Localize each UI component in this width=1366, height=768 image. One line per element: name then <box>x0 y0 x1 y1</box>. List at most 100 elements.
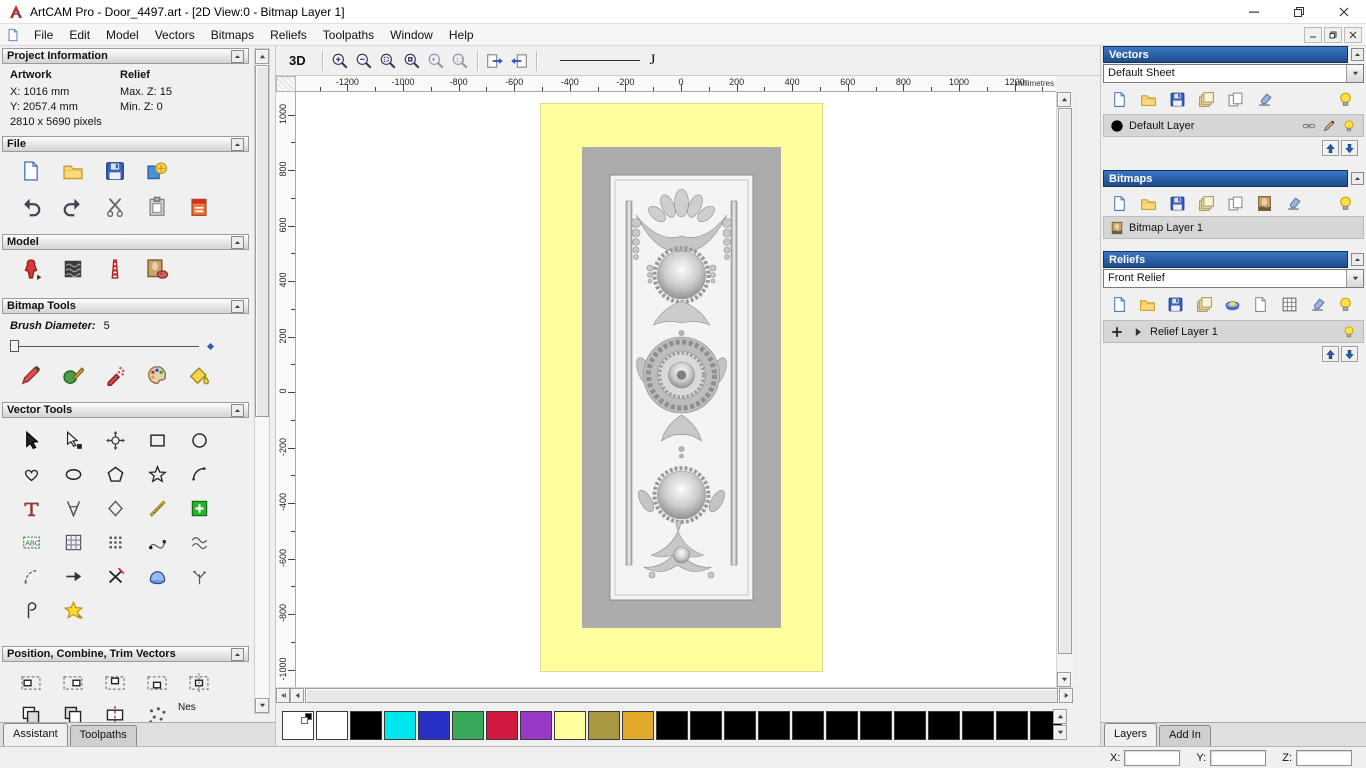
palette-swatch[interactable] <box>826 710 858 740</box>
merge-layers-icon[interactable] <box>1192 191 1221 215</box>
fit-arcs-icon[interactable] <box>10 560 52 592</box>
export-model-icon[interactable] <box>136 156 178 186</box>
palette-swatch[interactable] <box>384 710 416 740</box>
tab-assistant[interactable]: Assistant <box>3 723 68 746</box>
zoom-object-icon[interactable] <box>400 49 424 73</box>
reliefs-header[interactable]: Reliefs <box>1103 251 1348 268</box>
scroll-right-button[interactable] <box>1059 688 1073 703</box>
relief-selector[interactable]: Front Relief <box>1103 269 1364 288</box>
scroll-left-button[interactable] <box>290 688 304 703</box>
zoom-window-icon[interactable] <box>376 49 400 73</box>
collapse-icon[interactable] <box>231 299 244 313</box>
file-header[interactable]: File <box>2 136 249 152</box>
spray-icon[interactable] <box>94 360 136 390</box>
menubar-item-edit[interactable]: Edit <box>61 24 98 46</box>
palette-swatch[interactable] <box>588 710 620 740</box>
scroll-down-button[interactable] <box>1057 672 1071 687</box>
palette-swatch[interactable] <box>860 710 892 740</box>
position-header[interactable]: Position, Combine, Trim Vectors <box>2 646 249 662</box>
all-visibility-icon[interactable] <box>1332 292 1360 316</box>
extrude-icon[interactable] <box>136 560 178 592</box>
zoom-ratio-icon[interactable]: 1:1 <box>448 49 472 73</box>
visibility-icon[interactable] <box>1339 323 1359 341</box>
palette-swatch[interactable] <box>554 710 586 740</box>
tab-toolpaths[interactable]: Toolpaths <box>69 725 137 746</box>
nesting-branch-icon[interactable] <box>178 560 220 592</box>
trim-vectors-icon[interactable] <box>94 560 136 592</box>
create-rectangle-icon[interactable] <box>136 424 178 456</box>
node-curve-icon[interactable] <box>136 526 178 558</box>
move-layer-down-button[interactable] <box>1341 346 1358 362</box>
delete-layer-icon[interactable] <box>1303 292 1331 316</box>
move-layer-up-button[interactable] <box>1322 346 1339 362</box>
wizard-icon[interactable] <box>52 594 94 626</box>
add-layer-icon[interactable] <box>1108 323 1126 341</box>
create-circle-icon[interactable] <box>178 424 220 456</box>
bitmap-layer-row[interactable]: Bitmap Layer 1 <box>1103 216 1364 239</box>
sheet-icon[interactable] <box>1247 292 1275 316</box>
color-palette-icon[interactable] <box>136 360 178 390</box>
tab-layers[interactable]: Layers <box>1104 723 1158 746</box>
palette-swatch[interactable] <box>690 710 722 740</box>
model-header[interactable]: Model <box>2 234 249 250</box>
scrollbar-thumb[interactable] <box>255 65 269 417</box>
combine-subtract-icon[interactable] <box>52 700 94 722</box>
grid-preview-icon[interactable] <box>1275 292 1303 316</box>
palette-swatch[interactable] <box>520 710 552 740</box>
measure-icon[interactable] <box>52 492 94 524</box>
new-layer-icon[interactable] <box>1105 292 1133 316</box>
expander-icon[interactable] <box>1129 323 1147 341</box>
chevron-down-icon[interactable] <box>1346 65 1363 82</box>
palette-scroll-down-button[interactable] <box>1053 725 1067 740</box>
draw-pencil-icon[interactable] <box>10 360 52 390</box>
sheet-selector[interactable]: Default Sheet <box>1103 64 1364 83</box>
menubar-item-reliefs[interactable]: Reliefs <box>262 24 315 46</box>
drawing-canvas[interactable] <box>296 92 1056 687</box>
copy-layer-icon[interactable] <box>1221 191 1250 215</box>
palette-swatch[interactable] <box>350 710 382 740</box>
align-bottom-icon[interactable] <box>136 668 178 698</box>
palette-swatch[interactable] <box>622 710 654 740</box>
menubar-item-file[interactable]: File <box>26 24 61 46</box>
delete-layer-icon[interactable] <box>1250 87 1279 111</box>
chevron-down-icon[interactable] <box>1346 270 1363 287</box>
zoom-last-icon[interactable] <box>424 49 448 73</box>
split-view-button[interactable] <box>276 688 290 703</box>
scrollbar-thumb[interactable] <box>1058 108 1072 654</box>
save-layer-icon[interactable] <box>1163 191 1192 215</box>
menubar-item-bitmaps[interactable]: Bitmaps <box>203 24 262 46</box>
scatter-icon[interactable] <box>136 700 178 722</box>
open-layer-icon[interactable] <box>1133 292 1161 316</box>
bitmaps-header[interactable]: Bitmaps <box>1103 170 1348 187</box>
create-diamond-icon[interactable] <box>94 492 136 524</box>
palette-swatch[interactable] <box>758 710 790 740</box>
canvas-vertical-scrollbar[interactable] <box>1056 92 1073 687</box>
mdi-minimize-button[interactable] <box>1304 26 1322 43</box>
vector-tools-header[interactable]: Vector Tools <box>2 402 249 418</box>
visibility-icon[interactable] <box>1339 117 1359 135</box>
save-layer-icon[interactable] <box>1163 87 1192 111</box>
document-system-icon[interactable] <box>6 28 20 42</box>
new-model-icon[interactable] <box>10 156 52 186</box>
collapse-icon[interactable] <box>231 49 244 63</box>
palette-swatch[interactable] <box>452 710 484 740</box>
point-array-icon[interactable] <box>94 526 136 558</box>
palette-swatch[interactable] <box>724 710 756 740</box>
open-layer-icon[interactable] <box>1134 87 1163 111</box>
open-file-icon[interactable] <box>52 156 94 186</box>
select-vectors-icon[interactable] <box>10 424 52 456</box>
edit-pencil-icon[interactable] <box>1319 117 1339 135</box>
menubar-item-vectors[interactable]: Vectors <box>147 24 203 46</box>
node-editing-icon[interactable] <box>52 424 94 456</box>
line-width-sample[interactable] <box>559 60 640 61</box>
image-layer-icon[interactable] <box>1250 191 1279 215</box>
scroll-up-button[interactable] <box>255 49 269 64</box>
minimize-button[interactable] <box>1231 0 1276 24</box>
new-layer-icon[interactable] <box>1105 191 1134 215</box>
menubar-item-toolpaths[interactable]: Toolpaths <box>315 24 382 46</box>
scrollbar-thumb[interactable] <box>305 688 1058 703</box>
layer-color-swatch[interactable] <box>1108 117 1126 135</box>
transform-vectors-icon[interactable] <box>94 424 136 456</box>
create-arc-icon[interactable] <box>178 458 220 490</box>
text-block-icon[interactable]: ABC <box>10 526 52 558</box>
